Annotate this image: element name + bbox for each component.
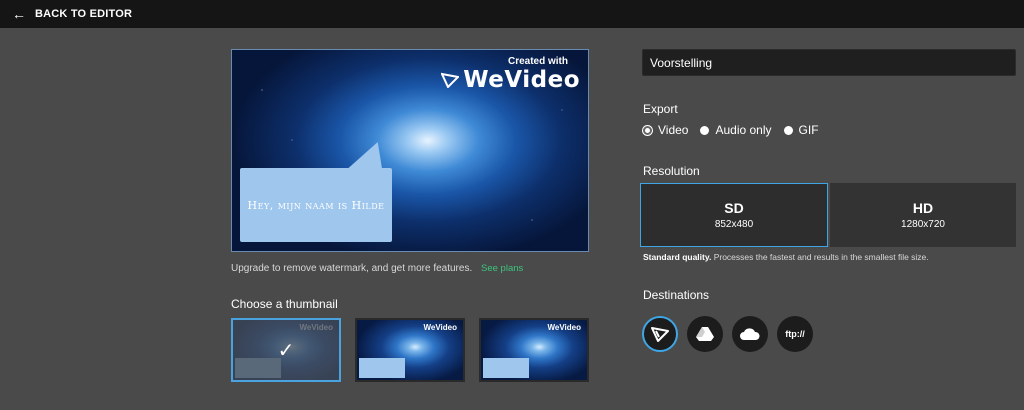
thumbnail-selected-overlay: ✓ bbox=[233, 320, 339, 380]
thumbnail-option-1[interactable]: WeVideo ✓ bbox=[231, 318, 341, 382]
thumbnail-watermark: WeVideo bbox=[547, 323, 582, 332]
resolution-description-text: Processes the fastest and results in the… bbox=[711, 252, 929, 262]
watermark: Created with WeVideo bbox=[441, 56, 580, 93]
checkmark-icon: ✓ bbox=[277, 339, 295, 362]
resolution-name: HD bbox=[912, 200, 934, 216]
destinations-label: Destinations bbox=[643, 288, 710, 302]
video-preview: Created with WeVideo Hey, mijn naam is H… bbox=[231, 49, 589, 252]
thumbnail-bubble bbox=[483, 358, 529, 378]
video-title-input[interactable] bbox=[642, 49, 1016, 76]
export-option-label: GIF bbox=[798, 123, 819, 137]
export-option-gif[interactable]: GIF bbox=[783, 123, 819, 137]
wevideo-logo-icon bbox=[441, 72, 460, 88]
resolution-hd-button[interactable]: HD 1280x720 bbox=[830, 183, 1016, 247]
resolution-options: SD 852x480 HD 1280x720 bbox=[640, 183, 1016, 247]
resolution-label: Resolution bbox=[643, 164, 700, 178]
export-label: Export bbox=[643, 102, 678, 116]
destination-onedrive[interactable] bbox=[732, 316, 768, 352]
export-options: Video Audio only GIF bbox=[643, 123, 819, 137]
export-option-video[interactable]: Video bbox=[643, 123, 688, 137]
upgrade-text: Upgrade to remove watermark, and get mor… bbox=[231, 263, 473, 274]
back-to-editor-button[interactable]: ← BACK TO EDITOR bbox=[12, 7, 132, 21]
onedrive-icon bbox=[740, 328, 760, 340]
destination-google-drive[interactable] bbox=[687, 316, 723, 352]
radio-icon bbox=[783, 125, 793, 135]
back-to-editor-label: BACK TO EDITOR bbox=[35, 8, 133, 20]
destination-wevideo[interactable] bbox=[642, 316, 678, 352]
resolution-size: 852x480 bbox=[714, 219, 754, 230]
watermark-created-with: Created with bbox=[507, 56, 568, 67]
thumbnail-bubble bbox=[359, 358, 405, 378]
speech-bubble-text: Hey, mijn naam is Hilde bbox=[247, 198, 385, 212]
radio-icon bbox=[700, 125, 710, 135]
resolution-name: SD bbox=[724, 200, 744, 216]
thumbnail-option-3[interactable]: WeVideo bbox=[479, 318, 589, 382]
resolution-description-bold: Standard quality. bbox=[643, 252, 712, 262]
thumbnail-title: Choose a thumbnail bbox=[231, 297, 338, 311]
top-bar: ← BACK TO EDITOR bbox=[0, 0, 1024, 28]
thumbnail-list: WeVideo ✓ WeVideo WeVideo bbox=[231, 318, 589, 382]
watermark-logo: WeVideo bbox=[463, 67, 580, 93]
resolution-sd-button[interactable]: SD 852x480 bbox=[640, 183, 828, 247]
resolution-description: Standard quality. Processes the fastest … bbox=[643, 252, 929, 262]
destination-list: ftp:// bbox=[642, 316, 813, 352]
wevideo-icon bbox=[651, 327, 669, 342]
resolution-size: 1280x720 bbox=[901, 219, 945, 230]
speech-bubble: Hey, mijn naam is Hilde bbox=[240, 168, 392, 242]
arrow-left-icon: ← bbox=[12, 6, 26, 22]
google-drive-icon bbox=[696, 327, 714, 341]
upgrade-notice: Upgrade to remove watermark, and get mor… bbox=[231, 263, 523, 274]
ftp-icon: ftp:// bbox=[785, 329, 805, 339]
export-option-label: Audio only bbox=[715, 123, 772, 137]
see-plans-link[interactable]: See plans bbox=[481, 263, 523, 274]
destination-ftp[interactable]: ftp:// bbox=[777, 316, 813, 352]
thumbnail-option-2[interactable]: WeVideo bbox=[355, 318, 465, 382]
thumbnail-watermark: WeVideo bbox=[423, 323, 458, 332]
export-option-audio[interactable]: Audio only bbox=[700, 123, 772, 137]
export-option-label: Video bbox=[658, 123, 689, 137]
radio-checked-icon bbox=[643, 125, 652, 135]
